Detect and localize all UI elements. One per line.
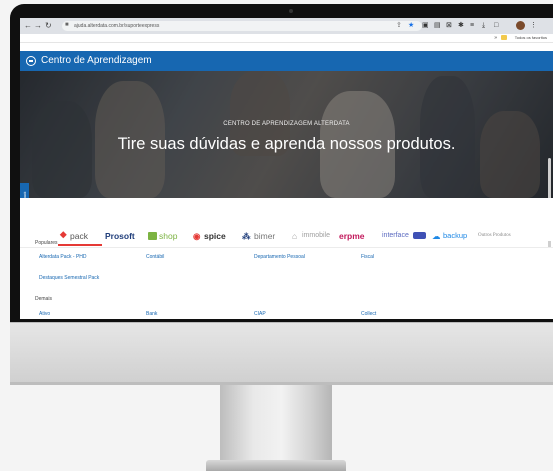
product-divider: [20, 247, 553, 248]
other-products-link[interactable]: Outros Produtos: [478, 230, 511, 242]
product-spice[interactable]: spice: [204, 230, 226, 242]
popular-heading: Populares: [35, 240, 58, 246]
webcam-dot: [289, 9, 293, 13]
download-icon[interactable]: ⤓: [482, 21, 485, 31]
folder-icon: [501, 35, 507, 40]
other-link[interactable]: Bank: [146, 311, 157, 317]
monitor-stand-base: [206, 460, 346, 471]
screen: ← → ↻ ajuda.alterdata.com.br/suporteexpr…: [20, 18, 553, 319]
app-title: Centro de Aprendizagem: [41, 55, 152, 66]
hero-eyebrow: CENTRO DE APRENDIZAGEM ALTERDATA: [223, 121, 350, 127]
product-prosoft[interactable]: Prosoft: [105, 230, 135, 242]
chevron-right-icon[interactable]: »: [494, 34, 497, 42]
product-shop[interactable]: shop: [159, 230, 177, 242]
cloud-icon: ☁: [432, 231, 441, 241]
bimer-icon: ⁂: [242, 231, 251, 241]
share-icon[interactable]: ⇪: [396, 21, 402, 31]
extension-icon[interactable]: ⊠: [446, 21, 452, 31]
product-bar: [20, 198, 553, 241]
playlist-icon[interactable]: ≡: [470, 21, 474, 31]
product-interface[interactable]: interface: [382, 230, 409, 242]
all-bookmarks-link[interactable]: Todos os favoritos: [515, 34, 547, 42]
monitor-chin: [10, 322, 553, 385]
bookmark-star-icon[interactable]: ★: [408, 21, 414, 31]
product-pack[interactable]: pack: [70, 230, 88, 242]
others-heading: Demais: [35, 296, 52, 302]
product-backup[interactable]: backup: [443, 230, 467, 242]
other-link[interactable]: CIAP: [254, 311, 266, 317]
other-link[interactable]: Collect: [361, 311, 376, 317]
url-text: ajuda.alterdata.com.br/suporteexpress: [74, 23, 160, 29]
pack-icon: ◆: [60, 229, 67, 239]
back-icon[interactable]: ←: [24, 20, 32, 32]
popular-link[interactable]: Departamento Pessoal: [254, 254, 305, 260]
popular-link[interactable]: Alterdata Pack - PHD: [39, 254, 87, 260]
immobile-house-icon: ⌂: [292, 231, 298, 241]
product-erpme[interactable]: erpme: [339, 230, 365, 242]
product-bimer[interactable]: bimer: [254, 230, 275, 242]
interface-badge-icon: [413, 232, 426, 239]
logout-icon[interactable]: [26, 56, 36, 66]
popular-link[interactable]: Fiscal: [361, 254, 374, 260]
active-product-underline: [58, 244, 102, 246]
hero-title: Tire suas dúvidas e aprenda nossos produ…: [117, 135, 456, 153]
other-link[interactable]: Ativo: [39, 311, 50, 317]
reload-icon[interactable]: ↻: [45, 20, 52, 32]
forward-icon[interactable]: →: [34, 20, 42, 32]
shop-icon: [148, 232, 157, 240]
extension-icon[interactable]: ▣: [422, 21, 429, 31]
extensions-puzzle-icon[interactable]: ✱: [458, 21, 464, 31]
monitor-stand: [220, 385, 332, 463]
menu-icon[interactable]: ⋮: [530, 21, 537, 31]
bookmarks-bar: [20, 34, 553, 43]
spice-icon: ◉: [193, 231, 201, 241]
popular-link[interactable]: Destaques Semestral Pack: [39, 275, 99, 281]
product-immobile[interactable]: immobile: [302, 230, 330, 242]
address-bar[interactable]: ajuda.alterdata.com.br/suporteexpress: [62, 21, 422, 31]
sidepanel-icon[interactable]: □: [494, 21, 498, 31]
extension-icon[interactable]: ▤: [434, 21, 441, 31]
lock-icon: ■: [65, 22, 69, 28]
popular-link[interactable]: Contábil: [146, 254, 164, 260]
profile-avatar[interactable]: [516, 21, 525, 30]
